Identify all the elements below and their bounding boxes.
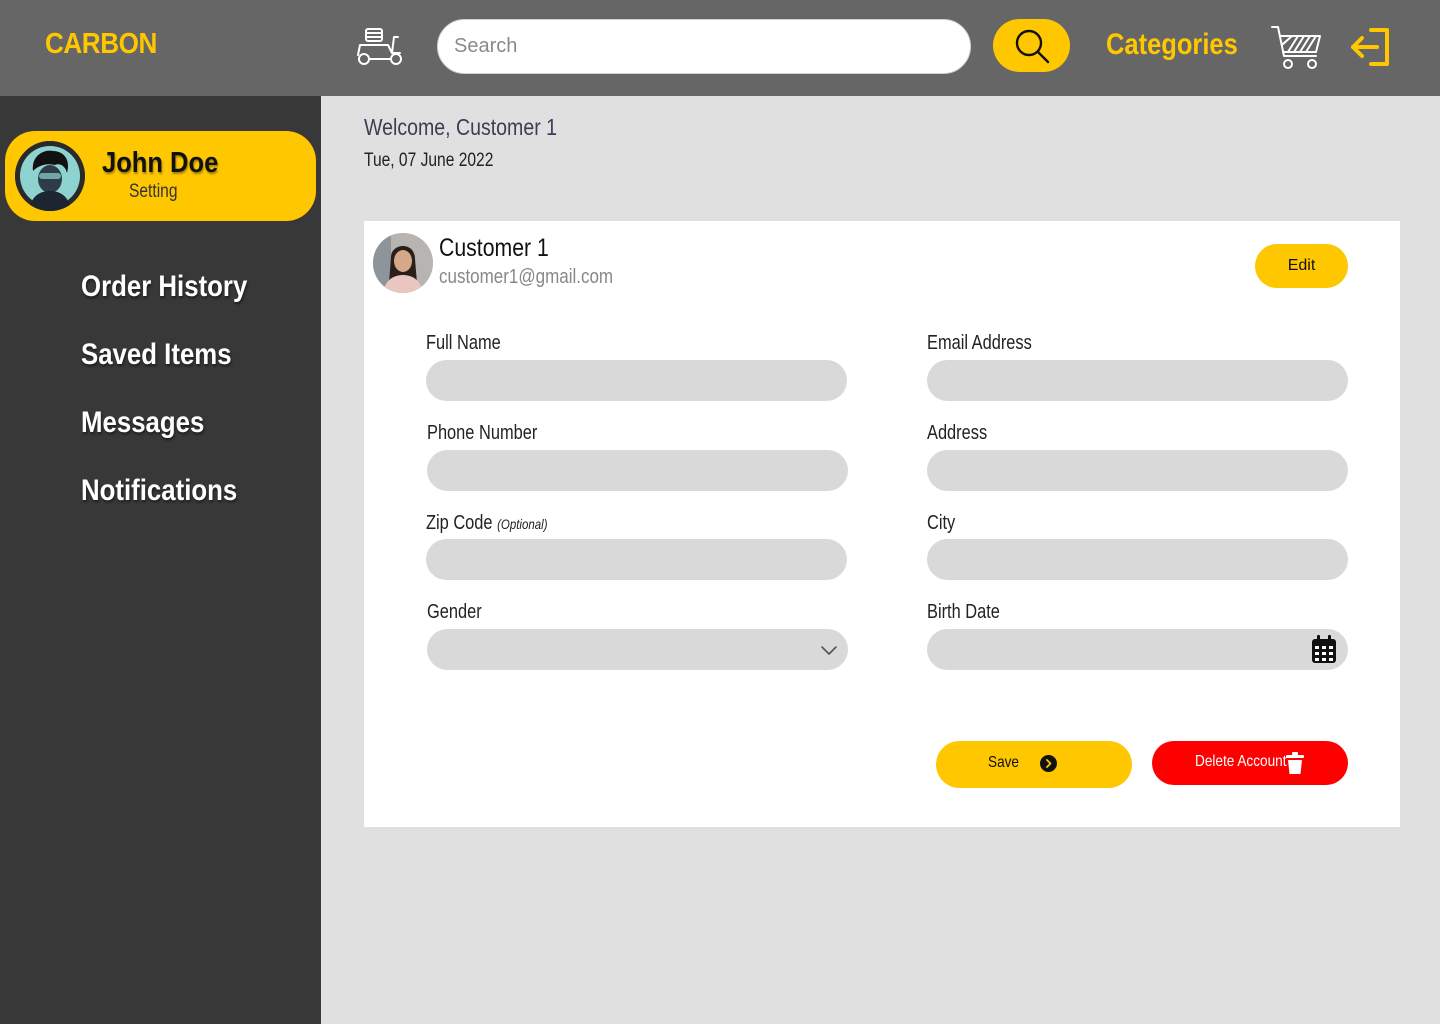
profile-form-card: Customer 1 customer1@gmail.com Edit Full… (364, 221, 1400, 827)
email-address-label: Email Address (927, 332, 1032, 354)
logo[interactable]: CARBON (45, 28, 157, 61)
optional-hint: (Optional) (497, 516, 548, 532)
customer-name: Customer 1 (439, 234, 549, 262)
sidebar-item-notifications[interactable]: Notifications (81, 474, 237, 508)
delete-account-button[interactable]: Delete Account (1152, 741, 1348, 785)
categories-link[interactable]: Categories (1106, 28, 1238, 62)
search-input[interactable] (438, 20, 970, 73)
delete-account-label: Delete Account (1195, 753, 1287, 770)
search-button[interactable] (993, 19, 1070, 72)
full-name-label: Full Name (426, 332, 501, 354)
zip-code-label-text: Zip Code (426, 512, 493, 534)
profile-settings-link[interactable]: Setting (129, 181, 178, 203)
current-date: Tue, 07 June 2022 (364, 150, 494, 171)
cart-icon[interactable] (1270, 24, 1322, 70)
zip-code-label: Zip Code (Optional) (426, 512, 548, 535)
customer-avatar (373, 233, 433, 293)
save-button[interactable]: Save (936, 741, 1132, 788)
birth-date-field[interactable] (927, 629, 1348, 670)
gender-select[interactable] (427, 629, 848, 670)
save-label: Save (988, 754, 1019, 771)
customer-email: customer1@gmail.com (439, 266, 614, 288)
city-label: City (927, 512, 956, 534)
calendar-icon[interactable] (1310, 634, 1338, 664)
address-field[interactable] (927, 450, 1348, 491)
edit-button[interactable]: Edit (1255, 244, 1348, 288)
sidebar-item-order-history[interactable]: Order History (81, 270, 247, 304)
sidebar: John Doe Setting Order History Saved Ite… (0, 96, 321, 1024)
scooter-icon[interactable] (352, 25, 408, 67)
birth-date-label: Birth Date (927, 601, 1000, 623)
arrow-right-icon (1040, 755, 1057, 772)
address-label: Address (927, 422, 988, 444)
phone-number-label: Phone Number (427, 422, 538, 444)
gender-label: Gender (427, 601, 482, 623)
welcome-heading: Welcome, Customer 1 (364, 114, 558, 140)
top-bar: CARBON Categories (0, 0, 1440, 96)
full-name-field[interactable] (426, 360, 847, 401)
trash-icon (1286, 752, 1304, 774)
phone-number-field[interactable] (427, 450, 848, 491)
city-field[interactable] (927, 539, 1348, 580)
profile-card[interactable]: John Doe Setting (5, 131, 316, 221)
avatar (15, 141, 85, 211)
chevron-down-icon (821, 646, 837, 655)
profile-name: John Doe (102, 147, 219, 179)
sidebar-item-saved-items[interactable]: Saved Items (81, 338, 232, 372)
logout-icon[interactable] (1349, 26, 1393, 68)
search-icon (1015, 29, 1049, 63)
search-bar (437, 19, 971, 74)
zip-code-field[interactable] (426, 539, 847, 580)
email-address-field[interactable] (927, 360, 1348, 401)
sidebar-item-messages[interactable]: Messages (81, 406, 204, 440)
